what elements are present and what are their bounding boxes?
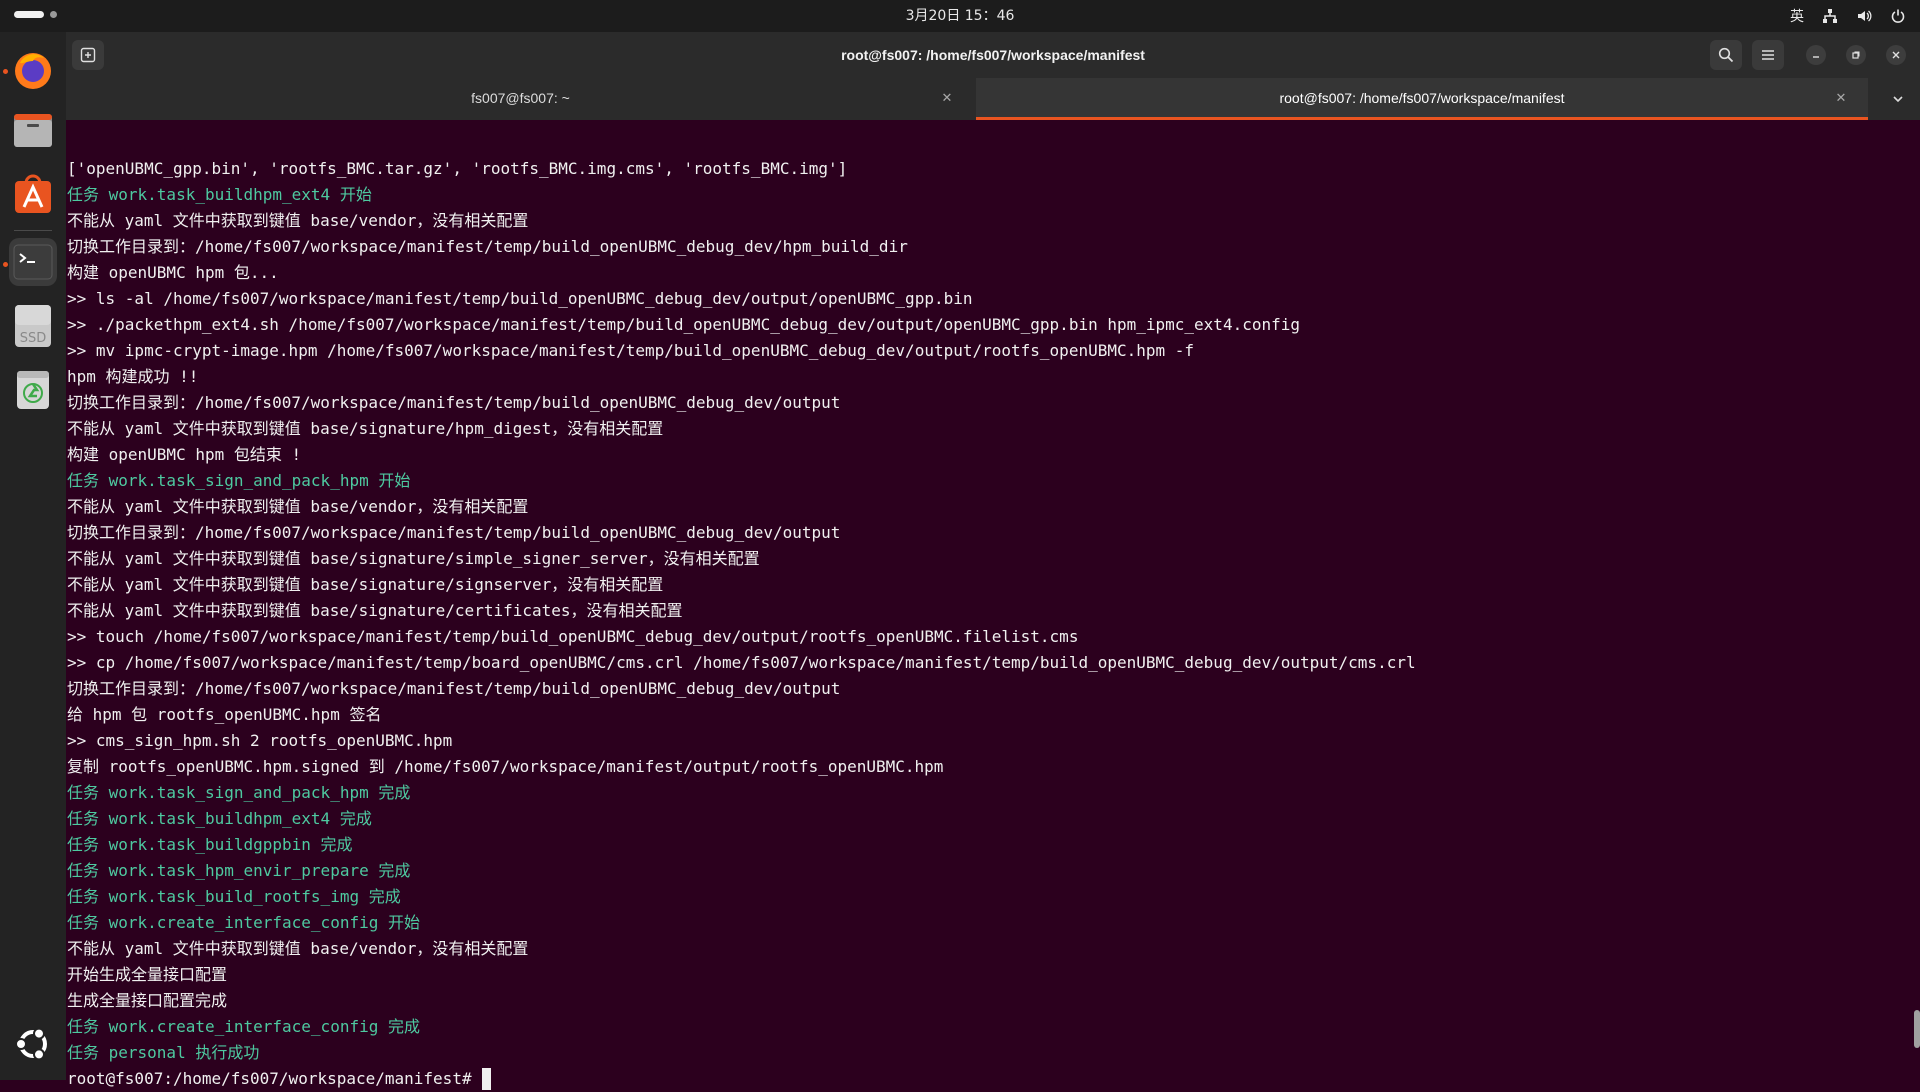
task-status-line: 任务 work.task_sign_and_pack_hpm 开始	[67, 471, 411, 490]
search-button[interactable]	[1710, 40, 1742, 70]
show-apps-button[interactable]	[9, 1020, 57, 1068]
tab-label: root@fs007: /home/fs007/workspace/manife…	[1279, 90, 1565, 106]
task-status-line: 任务 work.task_hpm_envir_prepare 完成	[67, 861, 411, 880]
output-line: 不能从 yaml 文件中获取到键值 base/vendor，没有相关配置	[67, 211, 529, 230]
tab-label: fs007@fs007: ~	[471, 90, 570, 106]
ssd-drive-launcher[interactable]: SSD	[9, 302, 57, 350]
trash-launcher[interactable]	[9, 366, 57, 414]
tab-manifest[interactable]: root@fs007: /home/fs007/workspace/manife…	[976, 78, 1868, 120]
task-status-line: 任务 work.task_sign_and_pack_hpm 完成	[67, 783, 411, 802]
trash-icon	[17, 371, 49, 409]
minimize-icon	[1813, 56, 1819, 58]
task-status-line: 任务 work.task_buildgppbin 完成	[67, 835, 353, 854]
firefox-icon	[15, 53, 51, 89]
output-line: >> cp /home/fs007/workspace/manifest/tem…	[67, 653, 1416, 672]
task-status-line: 任务 personal 执行成功	[67, 1043, 260, 1062]
output-line: 不能从 yaml 文件中获取到键值 base/signature/hpm_dig…	[67, 419, 664, 438]
output-line: >> ls -al /home/fs007/workspace/manifest…	[67, 289, 973, 308]
ubuntu-logo-icon	[15, 1027, 47, 1061]
shell-prompt: root@fs007:/home/fs007/workspace/manifes…	[67, 1069, 472, 1088]
top-bar: 3月20日 15：46 英	[0, 0, 1920, 32]
output-line: >> mv ipmc-crypt-image.hpm /home/fs007/w…	[67, 341, 1195, 360]
output-line: 不能从 yaml 文件中获取到键值 base/signature/simple_…	[67, 549, 760, 568]
task-status-line: 任务 work.task_build_rootfs_img 完成	[67, 887, 401, 906]
terminal-launcher[interactable]	[9, 238, 57, 286]
task-status-line: 任务 work.task_buildhpm_ext4 完成	[67, 809, 372, 828]
output-line: 不能从 yaml 文件中获取到键值 base/signature/signser…	[67, 575, 664, 594]
header-bar: root@fs007: /home/fs007/workspace/manife…	[66, 32, 1920, 78]
close-icon	[1892, 51, 1900, 59]
output-line: hpm 构建成功 !!	[67, 367, 199, 386]
app-center-icon	[15, 174, 51, 213]
output-line: 开始生成全量接口配置	[67, 965, 228, 984]
output-line: 给 hpm 包 rootfs_openUBMC.hpm 签名	[67, 705, 382, 724]
tab-list-button[interactable]	[1888, 89, 1908, 109]
restore-icon	[1852, 51, 1860, 59]
terminal-text: ['openUBMC_gpp.bin', 'rootfs_BMC.tar.gz'…	[67, 156, 1416, 1092]
output-line: ['openUBMC_gpp.bin', 'rootfs_BMC.tar.gz'…	[67, 159, 848, 178]
running-indicator	[3, 69, 8, 74]
output-line: 切换工作目录到：/home/fs007/workspace/manifest/t…	[67, 679, 841, 698]
volume-icon[interactable]	[1856, 8, 1872, 24]
files-icon	[14, 114, 52, 147]
output-line: 不能从 yaml 文件中获取到键值 base/vendor，没有相关配置	[67, 939, 529, 958]
ssd-drive-icon: SSD	[15, 305, 51, 347]
system-tray[interactable]: 英	[1790, 0, 1906, 32]
window-title: root@fs007: /home/fs007/workspace/manife…	[841, 47, 1145, 63]
search-icon	[1718, 47, 1734, 63]
task-status-line: 任务 work.create_interface_config 完成	[67, 1017, 420, 1036]
scrollbar[interactable]	[1914, 1010, 1920, 1048]
tab-close-icon[interactable]: ✕	[938, 89, 956, 107]
text-cursor	[481, 1068, 491, 1090]
output-line: 不能从 yaml 文件中获取到键值 base/vendor，没有相关配置	[67, 497, 529, 516]
chevron-down-icon	[1893, 96, 1903, 103]
network-icon[interactable]	[1822, 8, 1838, 24]
running-indicator	[3, 262, 8, 267]
output-line: 生成全量接口配置完成	[67, 991, 228, 1010]
files-launcher[interactable]	[9, 106, 57, 154]
output-line: 构建 openUBMC hpm 包...	[67, 263, 279, 282]
output-line: 复制 rootfs_openUBMC.hpm.signed 到 /home/fs…	[67, 757, 944, 776]
output-line: >> touch /home/fs007/workspace/manifest/…	[67, 627, 1079, 646]
terminal-window: root@fs007: /home/fs007/workspace/manife…	[66, 32, 1920, 1090]
maximize-button[interactable]	[1846, 45, 1866, 65]
shell-prompt-line[interactable]: root@fs007:/home/fs007/workspace/manifes…	[67, 1066, 1416, 1092]
terminal-icon	[13, 244, 53, 280]
tab-bar: fs007@fs007: ~ ✕ root@fs007: /home/fs007…	[66, 78, 1920, 120]
tab-home[interactable]: fs007@fs007: ~ ✕	[66, 78, 975, 120]
tab-close-icon[interactable]: ✕	[1832, 89, 1850, 107]
terminal-output[interactable]: ['openUBMC_gpp.bin', 'rootfs_BMC.tar.gz'…	[66, 120, 1920, 1090]
output-line: 切换工作目录到：/home/fs007/workspace/manifest/t…	[67, 523, 841, 542]
output-line: 构建 openUBMC hpm 包结束 !	[67, 445, 302, 464]
menu-button[interactable]	[1752, 40, 1784, 70]
dock-separator	[14, 230, 52, 231]
output-line: >> cms_sign_hpm.sh 2 rootfs_openUBMC.hpm	[67, 731, 453, 750]
output-line: 切换工作目录到：/home/fs007/workspace/manifest/t…	[67, 237, 908, 256]
output-line: 切换工作目录到：/home/fs007/workspace/manifest/t…	[67, 393, 841, 412]
minimize-button[interactable]	[1806, 45, 1826, 65]
firefox-launcher[interactable]	[9, 46, 57, 94]
task-status-line: 任务 work.create_interface_config 开始	[67, 913, 420, 932]
output-line: 不能从 yaml 文件中获取到键值 base/signature/certifi…	[67, 601, 683, 620]
power-icon[interactable]	[1890, 8, 1906, 24]
close-button[interactable]	[1886, 45, 1906, 65]
dock: SSD	[0, 32, 66, 1080]
svg-text:SSD: SSD	[20, 331, 47, 346]
clock[interactable]: 3月20日 15：46	[0, 0, 1920, 32]
task-status-line: 任务 work.task_buildhpm_ext4 开始	[67, 185, 372, 204]
app-center-launcher[interactable]	[9, 170, 57, 218]
hamburger-menu-icon	[1762, 50, 1774, 60]
input-method-indicator[interactable]: 英	[1790, 6, 1804, 26]
output-line: >> ./packethpm_ext4.sh /home/fs007/works…	[67, 315, 1300, 334]
